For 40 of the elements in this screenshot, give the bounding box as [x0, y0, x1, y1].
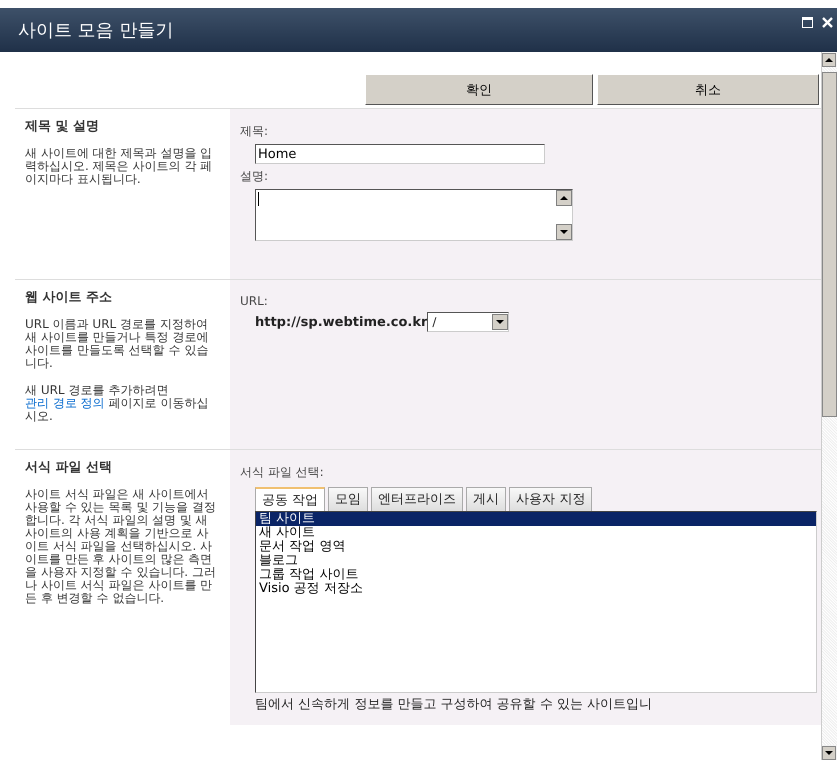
dialog-button[interactable]: 확인 [365, 74, 593, 105]
section-description: URL 이름과 URL 경로를 지정하여 새 사이트를 만들거나 특정 경로에 사이트를 만들도록 선택할 수 있습니다. [25, 318, 210, 370]
template-description: 팀에서 신속하게 정보를 만들고 구성하여 공유할 수 있는 사이트입니 [255, 696, 654, 713]
section-description: 새 사이트에 대한 제목과 설명을 입력하십시오. 제목은 사이트의 각 페이지마다 표시됩니다. [25, 147, 214, 186]
template-option[interactable]: 새 사이트 [256, 526, 816, 540]
template-tab[interactable]: 엔터프라이즈 [371, 487, 464, 511]
scroll-up-icon[interactable] [556, 190, 572, 206]
path-dropdown[interactable]: / [427, 312, 510, 332]
maximize-icon[interactable] [802, 17, 813, 28]
template-tab[interactable]: 게시 [466, 487, 506, 511]
section-heading: 서식 파일 선택 [25, 459, 114, 476]
template-list[interactable]: 팀 사이트 새 사이트 문서 작업 영역 블로그 그룹 작업 사이트 Visio 공정 저장소 [255, 511, 817, 693]
close-icon[interactable] [822, 17, 833, 28]
manage-paths-link[interactable]: 관리 경로 정의 [25, 396, 105, 410]
title-field[interactable]: Home [255, 144, 545, 164]
scroll-thumb[interactable] [822, 72, 837, 417]
template-tab[interactable]: 공동 작업 [255, 487, 326, 511]
template-option[interactable]: 문서 작업 영역 [256, 540, 816, 554]
section-heading: 제목 및 설명 [25, 118, 100, 135]
url-prefix: http://sp.webtime.co.kr [255, 314, 428, 330]
template-option[interactable]: 블로그 [256, 554, 816, 568]
scroll-down-icon[interactable] [556, 224, 572, 240]
field-label: 제목: [240, 123, 270, 140]
section-description: 사이트 서식 파일은 새 사이트에서 사용할 수 있는 목록 및 기능을 결정합니다. 각 서식 파일의 설명 및 새 사이트의 사용 계획을 기반으로 사이트 서식 파일을 선택하십시오. 사이트를 만든 후 사이트의 많은 측면을 사용자 지정할 수 있습니다. 그러나 사이트 서식 파일은 사이트를 만든 후 변경할 수 없습니다. [25, 488, 217, 605]
template-tab[interactable]: 모임 [328, 487, 368, 511]
scroll-up-icon[interactable] [822, 53, 836, 67]
scrollbar[interactable] [821, 52, 837, 760]
section-description: 새 URL 경로를 추가하려면 관리 경로 정의 페이지로 이동하십시오. [25, 384, 210, 423]
template-option[interactable]: Visio 공정 저장소 [256, 582, 816, 596]
template-tab[interactable]: 사용자 지정 [509, 487, 592, 511]
field-label: 설명: [240, 168, 270, 185]
scroll-down-icon[interactable] [822, 746, 836, 760]
description-field[interactable] [255, 189, 573, 241]
field-label: URL: [240, 294, 269, 308]
field-label: 서식 파일 선택: [240, 464, 325, 481]
window-title: 사이트 모음 만들기 [18, 19, 174, 42]
section-heading: 웹 사이트 주소 [25, 289, 114, 306]
dialog-button[interactable]: 취소 [597, 74, 819, 105]
template-option[interactable]: 그룹 작업 사이트 [256, 568, 816, 582]
template-option[interactable]: 팀 사이트 [256, 512, 816, 526]
